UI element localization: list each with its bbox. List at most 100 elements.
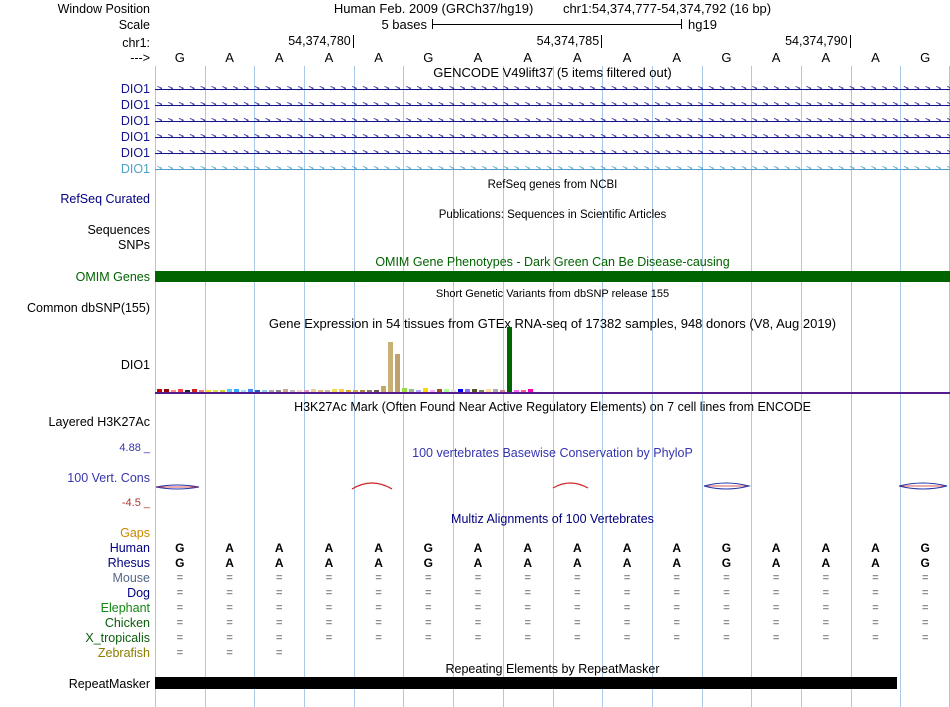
species-label-zebrafish[interactable]: Zebrafish [98,646,150,660]
gtex-gene-label[interactable]: DIO1 [121,358,150,372]
gtex-expression-bar[interactable] [311,389,316,392]
species-label-mouse[interactable]: Mouse [112,571,150,585]
species-label-human[interactable]: Human [110,541,150,555]
gtex-expression-bar[interactable] [206,390,211,392]
gtex-expression-bar[interactable] [276,390,281,392]
gtex-expression-bar[interactable] [472,389,477,392]
gencode-transcript[interactable]: >>>>>>>>>>>>>>>>>>>>>>>>>>>>>>>>>>>>>>>>… [155,129,950,145]
alignment-identity-mark: = [474,632,482,644]
track-label-dio1[interactable]: DIO1 [121,98,150,112]
gtex-expression-bar[interactable] [192,389,197,392]
species-label-elephant[interactable]: Elephant [101,601,150,615]
species-label-chicken[interactable]: Chicken [105,616,150,630]
gtex-expression-bar[interactable] [479,390,484,392]
alignment-identity-mark: = [623,602,631,614]
gtex-expression-bar[interactable] [493,389,498,392]
gtex-expression-bar[interactable] [255,390,260,392]
gtex-expression-bar[interactable] [465,389,470,392]
gtex-expression-bar[interactable] [367,390,372,392]
gtex-expression-bar[interactable] [409,389,414,392]
reference-base: A [324,50,334,65]
gtex-expression-bar[interactable] [227,389,232,392]
alignment-identity-mark: = [325,632,333,644]
gtex-expression-bar[interactable] [164,389,169,392]
gtex-expression-bar[interactable] [332,389,337,392]
track-label-dio1[interactable]: DIO1 [121,82,150,96]
track-label-dio1[interactable]: DIO1 [121,146,150,160]
conservation-signal-curves[interactable] [155,470,950,506]
gtex-gene-model-line[interactable] [155,392,950,394]
gtex-expression-bar[interactable] [178,389,183,392]
gtex-expression-bar[interactable] [234,389,239,392]
gtex-expression-bar[interactable] [458,389,463,392]
gtex-expression-bar[interactable] [423,388,428,392]
gtex-expression-bar[interactable] [339,389,344,392]
gtex-expression-bar[interactable] [514,390,519,392]
gtex-expression-bar[interactable] [507,327,512,392]
gtex-expression-bar[interactable] [374,390,379,392]
gtex-expression-bar[interactable] [220,390,225,392]
omim-genes-label[interactable]: OMIM Genes [76,270,150,284]
gencode-transcript[interactable]: >>>>>>>>>>>>>>>>>>>>>>>>>>>>>>>>>>>>>>>>… [155,145,950,161]
gtex-expression-bar[interactable] [283,389,288,392]
gtex-expression-bar[interactable] [388,342,393,392]
gencode-transcript[interactable]: >>>>>>>>>>>>>>>>>>>>>>>>>>>>>>>>>>>>>>>>… [155,161,950,177]
gtex-expression-bar[interactable] [171,390,176,392]
gencode-transcript[interactable]: >>>>>>>>>>>>>>>>>>>>>>>>>>>>>>>>>>>>>>>>… [155,113,950,129]
gtex-expression-bar[interactable] [241,390,246,392]
gtex-expression-bar[interactable] [451,390,456,392]
gtex-expression-bar[interactable] [325,390,330,392]
gencode-transcript[interactable]: >>>>>>>>>>>>>>>>>>>>>>>>>>>>>>>>>>>>>>>>… [155,81,950,97]
refseq-curated-label[interactable]: RefSeq Curated [60,192,150,206]
track-label-dio1[interactable]: DIO1 [121,130,150,144]
gtex-expression-bar[interactable] [381,386,386,392]
alignment-identity-mark: = [176,647,184,659]
gtex-expression-bar[interactable] [304,390,309,392]
species-label-x_tropicalis[interactable]: X_tropicalis [85,631,150,645]
species-label-rhesus[interactable]: Rhesus [108,556,150,570]
dbsnp-track-title: Short Genetic Variants from dbSNP releas… [435,288,670,300]
gtex-expression-bar[interactable] [213,390,218,392]
species-label-dog[interactable]: Dog [127,586,150,600]
gtex-expression-bar[interactable] [500,390,505,392]
gtex-expression-bar[interactable] [416,390,421,392]
gtex-expression-bar[interactable] [444,389,449,392]
track-label-dio1[interactable]: DIO1 [121,162,150,176]
aligned-base: G [721,541,732,555]
gtex-expression-bar[interactable] [269,390,274,392]
gtex-expression-bar[interactable] [297,390,302,392]
gtex-expression-bar[interactable] [248,389,253,392]
gtex-expression-bar[interactable] [346,390,351,392]
gtex-expression-bar[interactable] [318,390,323,392]
gtex-expression-bar[interactable] [437,389,442,392]
alignment-identity-mark: = [276,602,283,614]
track-label-dio1[interactable]: DIO1 [121,114,150,128]
gtex-expression-bar[interactable] [199,390,204,392]
gencode-transcript[interactable]: >>>>>>>>>>>>>>>>>>>>>>>>>>>>>>>>>>>>>>>>… [155,97,950,113]
repeatmasker-label[interactable]: RepeatMasker [69,677,150,691]
gtex-expression-bar[interactable] [521,390,526,392]
vert-cons-label[interactable]: 100 Vert. Cons [67,471,150,485]
gtex-expression-bar[interactable] [262,390,267,392]
omim-gene-bar[interactable] [155,271,950,282]
gtex-expression-bar[interactable] [486,389,491,392]
sequences-label[interactable]: Sequences [87,223,150,237]
gtex-expression-bar[interactable] [430,390,435,392]
multiz-track-title: Multiz Alignments of 100 Vertebrates [451,512,654,526]
gtex-expression-bar[interactable] [157,389,162,392]
gtex-expression-bar[interactable] [395,354,400,392]
snps-label[interactable]: SNPs [118,238,150,252]
gtex-expression-bar[interactable] [360,390,365,392]
reference-base: G [423,50,434,65]
gtex-track-title: Gene Expression in 54 tissues from GTEx … [268,316,837,331]
layered-h3k27ac-label[interactable]: Layered H3K27Ac [49,415,150,429]
common-dbsnp-label[interactable]: Common dbSNP(155) [27,301,150,315]
gtex-expression-bar[interactable] [353,390,358,392]
gtex-expression-bar[interactable] [402,388,407,392]
species-label-gaps[interactable]: Gaps [120,526,150,540]
gtex-expression-bar[interactable] [290,390,295,392]
gtex-expression-bar[interactable] [185,390,190,392]
repeatmasker-element-bar[interactable] [155,677,897,689]
alignment-identity-mark: = [375,602,382,614]
gtex-expression-bar[interactable] [528,389,533,392]
